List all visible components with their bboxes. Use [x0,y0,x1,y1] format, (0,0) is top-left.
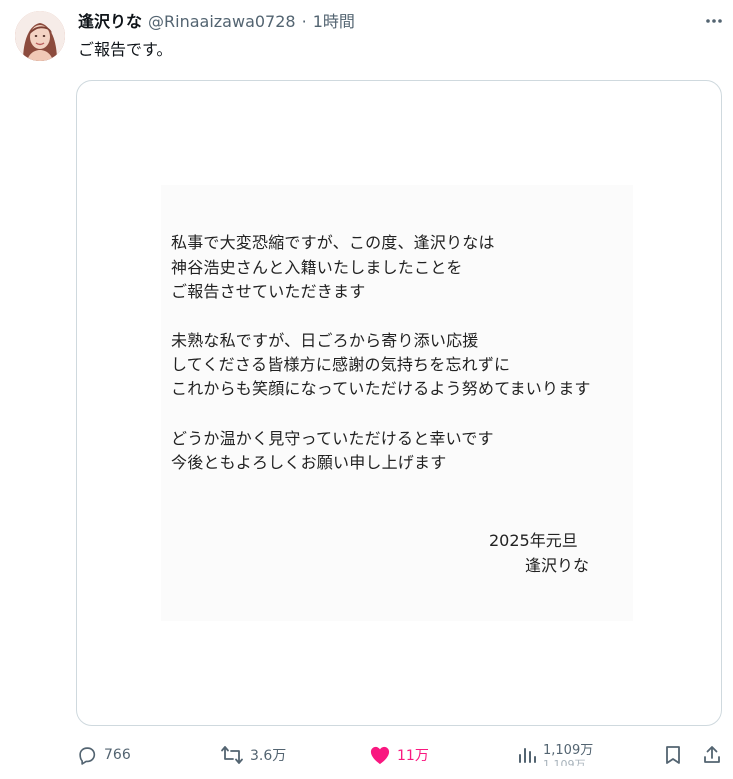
letter-line: 私事で大変恐縮ですが、この度、逢沢りなは [171,233,495,252]
reply-button[interactable]: 766 [76,738,131,772]
reply-icon [79,747,96,765]
bookmark-icon [666,746,680,764]
author-display-name[interactable]: 逢沢りな [78,12,142,32]
post-header: 逢沢りな @Rinaaizawa0728 · 1時間 [78,12,355,32]
header-separator: · [301,12,307,31]
letter-signature: 逢沢りな [525,556,590,575]
views-button[interactable]: 1,109万 1,109万 [517,738,593,772]
like-count: 11万 [397,748,429,764]
share-icon [704,746,720,763]
repost-button[interactable]: 3.6万 [220,738,286,772]
views-count-ghost: 1,109万 [543,758,586,766]
bookmark-button[interactable] [656,738,690,772]
letter-line: してくださる皆様方に感謝の気持ちを忘れずに [171,355,511,374]
like-button[interactable]: 11万 [369,738,429,772]
letter-date: 2025年元旦 [489,531,578,550]
more-options-button[interactable] [703,10,725,32]
views-count-wrapper: 1,109万 1,109万 [543,743,594,767]
announcement-image: 私事で大変恐縮ですが、この度、逢沢りなは 神谷浩史さんと入籍いたしましたことを … [161,185,633,621]
letter-line: 未熟な私ですが、日ごろから寄り添い応援 [171,331,479,350]
share-button[interactable] [695,738,729,772]
avatar-photo-icon [15,11,65,61]
post: 逢沢りな @Rinaaizawa0728 · 1時間 ご報告です。 私事で大変恐… [0,0,733,779]
letter-line: 今後ともよろしくお願い申し上げます [171,453,447,472]
views-count: 1,109万 [543,743,594,758]
more-icon [706,19,722,23]
letter-line: どうか温かく見守っていただけると幸いです [171,429,494,448]
author-avatar[interactable] [15,11,65,61]
reply-count: 766 [104,747,131,763]
letter-line: ご報告させていただきます [171,282,366,301]
author-handle[interactable]: @Rinaaizawa0728 [148,12,296,32]
repost-count: 3.6万 [250,748,287,764]
repost-icon [221,746,243,764]
views-icon [519,748,536,763]
post-text: ご報告です。 [78,40,173,59]
letter-line: 神谷浩史さんと入籍いたしましたことを [171,258,463,277]
media-card[interactable]: 私事で大変恐縮ですが、この度、逢沢りなは 神谷浩史さんと入籍いたしましたことを … [76,80,722,726]
post-timestamp[interactable]: 1時間 [313,12,355,32]
letter-line: これからも笑顔になっていただけるよう努めてまいります [171,379,591,398]
action-bar: 766 3.6万 11万 1,109万 1,109万 [0,738,733,772]
heart-icon [370,746,390,765]
